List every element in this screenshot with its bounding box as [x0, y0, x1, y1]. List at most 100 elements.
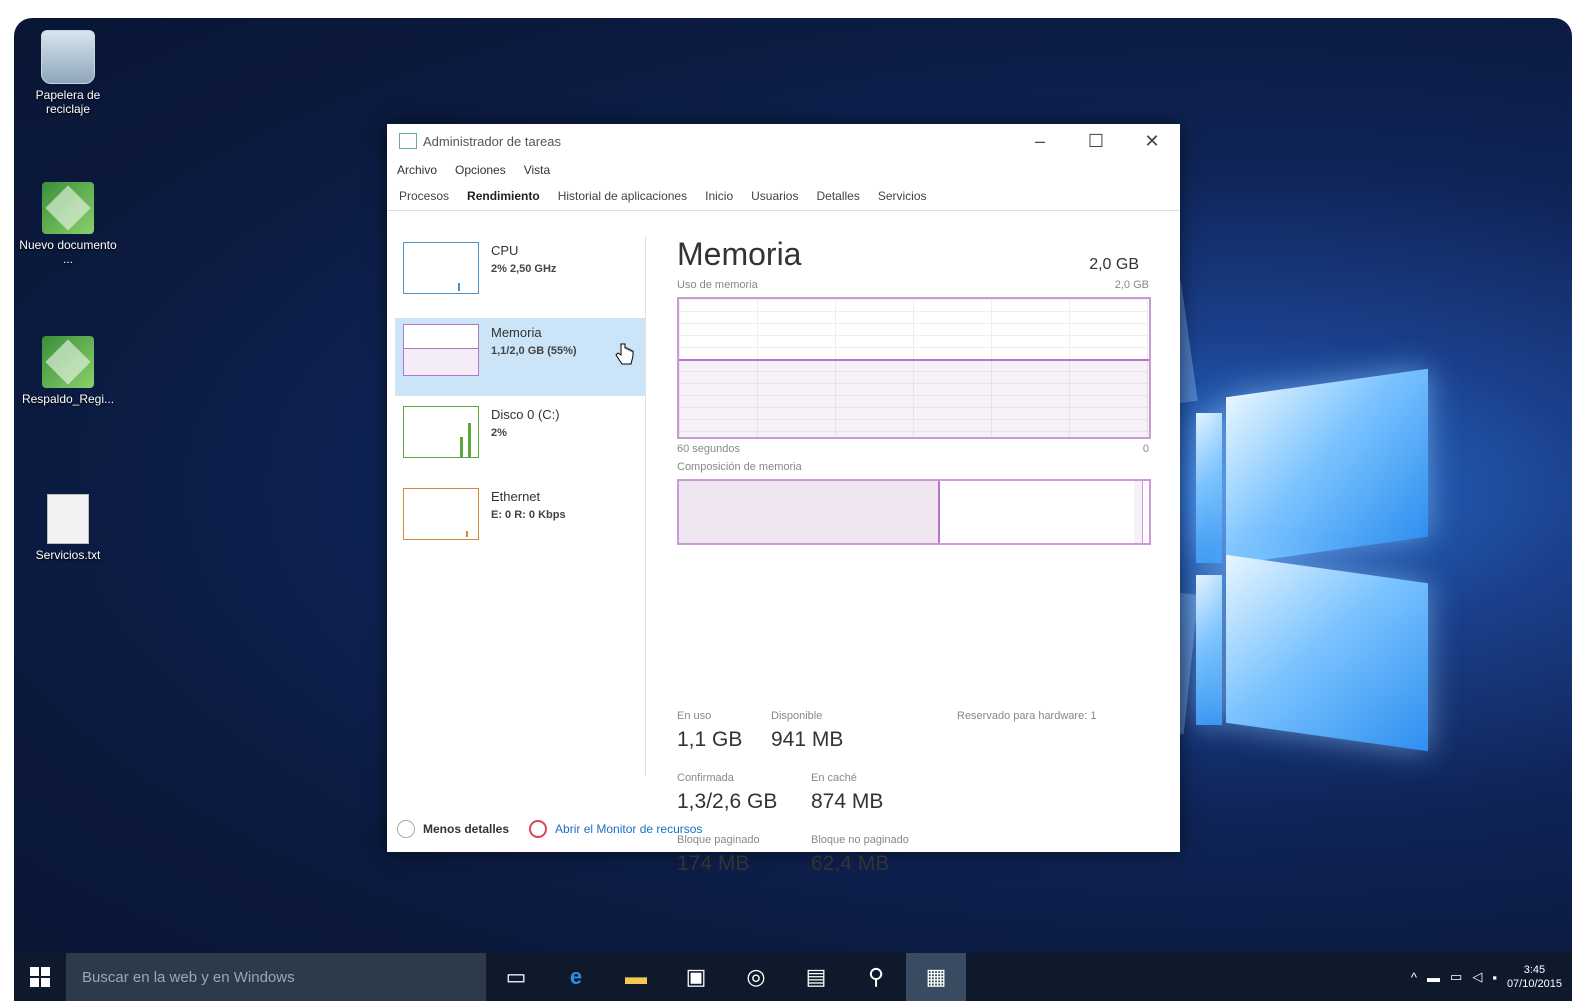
- close-button[interactable]: ✕: [1124, 124, 1180, 158]
- chevron-up-icon[interactable]: [397, 820, 415, 838]
- chevron-up-icon[interactable]: ^: [1411, 970, 1417, 985]
- text-file-icon: [47, 494, 89, 544]
- desktop-icon-label: Respaldo_Regi...: [21, 392, 115, 406]
- memory-usage-label: Uso de memoria: [677, 279, 758, 291]
- stat-label: Bloque no paginado: [811, 834, 909, 846]
- tab-rendimiento[interactable]: Rendimiento: [465, 185, 542, 207]
- notification-icon[interactable]: ▪: [1492, 970, 1497, 985]
- clock-date: 07/10/2015: [1506, 978, 1562, 990]
- windows-logo-wallpaper: [1196, 368, 1428, 755]
- memory-total: 2,0 GB: [1089, 256, 1139, 273]
- stat-committed: Confirmada 1,3/2,6 GB: [677, 772, 777, 814]
- tab-servicios[interactable]: Servicios: [876, 185, 929, 207]
- memory-composition-label: Composición de memoria: [677, 461, 802, 473]
- desktop-icon-respaldo[interactable]: Respaldo_Regi...: [16, 336, 120, 406]
- desktop-icon-recycle-bin[interactable]: Papelera de reciclaje: [16, 30, 120, 116]
- maximize-button[interactable]: ☐: [1068, 124, 1124, 158]
- stat-label: Reservado para hardware:: [957, 710, 1088, 722]
- desktop-icon-label: Papelera de reciclaje: [35, 88, 101, 116]
- memory-title: Memoria: [677, 236, 802, 272]
- resource-monitor-icon: [529, 820, 548, 838]
- minimize-button[interactable]: –: [1012, 124, 1068, 158]
- memory-detail-panel: Memoria 2,0 GB Uso de memoria 2,0 GB 60 …: [677, 236, 1151, 875]
- resource-name: CPU: [491, 243, 519, 258]
- graph-time-label: 60 segundos: [677, 443, 740, 455]
- recycle-bin-icon: [41, 30, 95, 84]
- stat-label: Disponible: [771, 710, 823, 722]
- memory-usage-max: 2,0 GB: [1114, 279, 1149, 291]
- resource-detail: 2%: [491, 427, 507, 439]
- tab-detalles[interactable]: Detalles: [814, 185, 861, 207]
- memory-composition-bar: [677, 479, 1151, 545]
- volume-icon[interactable]: ◁: [1472, 969, 1482, 985]
- search-tool-icon[interactable]: ⚲: [846, 953, 906, 1001]
- movies-tv-icon[interactable]: ▤: [786, 953, 846, 1001]
- store-icon[interactable]: ▣: [666, 953, 726, 1001]
- composition-in-use-segment: [679, 481, 940, 543]
- resource-memoria[interactable]: Memoria 1,1/2,0 GB (55%): [395, 318, 645, 396]
- taskbar-search-input[interactable]: Buscar en la web y en Windows: [66, 953, 486, 1001]
- stat-value: 1,3/2,6 GB: [677, 790, 778, 813]
- desktop-icon-nuevo-documento[interactable]: Nuevo documento ...: [16, 182, 120, 266]
- file-explorer-icon[interactable]: ▬: [606, 953, 666, 1001]
- window-title: Administrador de tareas: [423, 133, 562, 149]
- tab-procesos[interactable]: Procesos: [397, 185, 451, 207]
- desktop-icon-servicios[interactable]: Servicios.txt: [16, 494, 120, 562]
- menu-bar: Archivo Opciones Vista: [387, 158, 1180, 182]
- memory-usage-fill: [679, 359, 1149, 437]
- task-view-icon[interactable]: ▭: [486, 953, 546, 1001]
- tab-historial[interactable]: Historial de aplicaciones: [556, 185, 689, 207]
- clock-time: 3:45: [1523, 964, 1546, 976]
- menu-vista[interactable]: Vista: [524, 163, 550, 177]
- monitor-icon[interactable]: ▭: [1450, 969, 1462, 985]
- resource-name: Ethernet: [491, 489, 541, 504]
- stat-available: Disponible 941 MB: [771, 710, 843, 752]
- stat-cached: En caché 874 MB: [811, 772, 883, 814]
- title-bar[interactable]: Administrador de tareas – ☐ ✕: [387, 124, 1180, 158]
- tab-bar: Procesos Rendimiento Historial de aplica…: [387, 182, 1180, 211]
- window-footer: Menos detalles Abrir el Monitor de recur…: [397, 820, 702, 838]
- cpu-thumbnail-graph: [403, 242, 479, 294]
- windows-start-icon: [30, 967, 50, 987]
- graph-time-end: 0: [1142, 443, 1149, 455]
- system-tray: ^ ▬ ▭ ◁ ▪ 3:45 07/10/2015: [1411, 963, 1572, 991]
- resource-cpu[interactable]: CPU 2% 2,50 GHz: [395, 236, 645, 314]
- resource-detail: E: 0 R: 0 Kbps: [491, 509, 566, 521]
- resource-detail: 2% 2,50 GHz: [491, 263, 557, 275]
- open-resource-monitor-link[interactable]: Abrir el Monitor de recursos: [555, 822, 702, 836]
- resource-name: Disco 0 (C:): [491, 407, 560, 422]
- start-button[interactable]: [14, 953, 66, 1001]
- network-icon[interactable]: ▬: [1427, 970, 1440, 985]
- desktop-icon-label: Nuevo documento ...: [19, 238, 117, 266]
- stat-label: Confirmada: [677, 772, 734, 784]
- document-icon: [42, 336, 94, 388]
- stat-value: 941 MB: [771, 728, 844, 751]
- stat-value: 62,4 MB: [811, 852, 890, 875]
- stat-nonpaged-pool: Bloque no paginado 62,4 MB: [811, 834, 909, 876]
- menu-archivo[interactable]: Archivo: [397, 163, 437, 177]
- composition-modified-segment: [1134, 481, 1143, 543]
- memory-thumbnail-graph: [403, 324, 479, 376]
- search-placeholder: Buscar en la web y en Windows: [82, 968, 295, 986]
- less-details-button[interactable]: Menos detalles: [423, 822, 509, 836]
- menu-opciones[interactable]: Opciones: [455, 163, 506, 177]
- tab-usuarios[interactable]: Usuarios: [749, 185, 800, 207]
- task-manager-window: Administrador de tareas – ☐ ✕ Archivo Op…: [387, 124, 1180, 875]
- clock[interactable]: 3:45 07/10/2015: [1507, 963, 1562, 991]
- resource-name: Memoria: [491, 325, 542, 340]
- stat-value: 1: [1090, 710, 1097, 722]
- stat-value: 174 MB: [677, 852, 750, 875]
- stat-value: 874 MB: [811, 790, 884, 813]
- media-player-icon[interactable]: ◎: [726, 953, 786, 1001]
- tab-inicio[interactable]: Inicio: [703, 185, 735, 207]
- resource-detail: 1,1/2,0 GB (55%): [491, 345, 577, 357]
- resource-ethernet[interactable]: Ethernet E: 0 R: 0 Kbps: [395, 482, 645, 560]
- resource-disco[interactable]: Disco 0 (C:) 2%: [395, 400, 645, 478]
- ethernet-thumbnail-graph: [403, 488, 479, 540]
- taskbar: Buscar en la web y en Windows ▭ e ▬ ▣ ◎ …: [14, 953, 1572, 1001]
- edge-browser-icon[interactable]: e: [546, 953, 606, 1001]
- task-manager-taskbar-icon[interactable]: ▦: [906, 953, 966, 1001]
- hand-cursor-icon: [615, 343, 634, 365]
- stat-hardware-reserved: Reservado para hardware: 1: [957, 710, 1096, 722]
- stat-label: En uso: [677, 710, 712, 722]
